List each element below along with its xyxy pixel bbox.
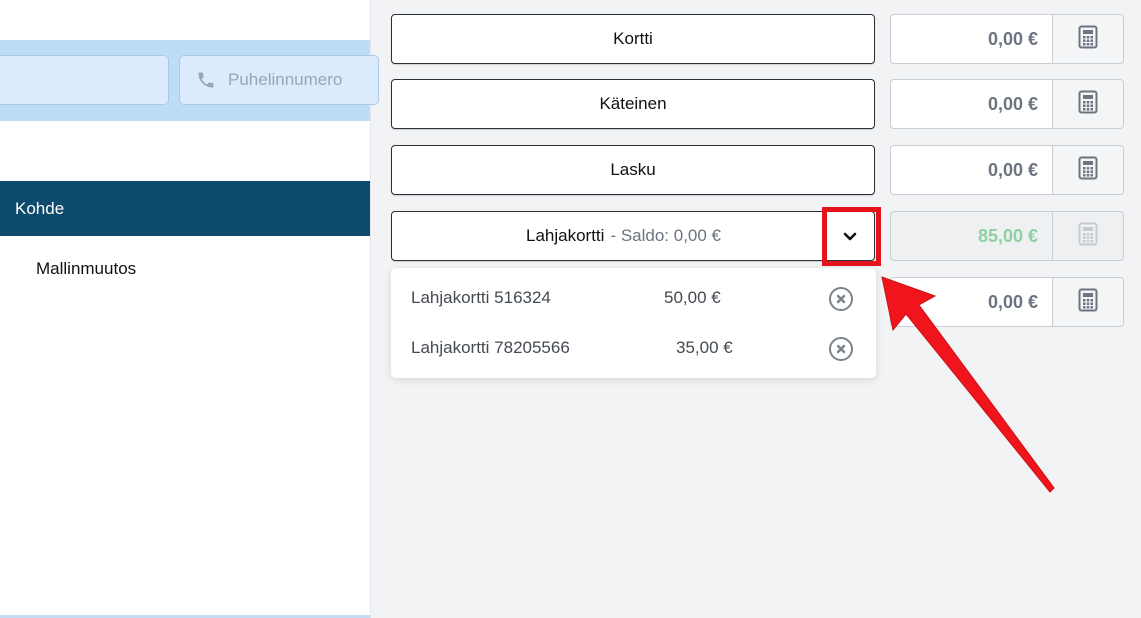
phone-input[interactable]: Puhelinnumero bbox=[179, 55, 379, 105]
gift-card-amount: 35,00 € bbox=[676, 338, 733, 357]
payment-method-lasku-button[interactable]: Lasku bbox=[391, 145, 875, 195]
amount-field-kateinen[interactable]: 0,00 € bbox=[890, 79, 1124, 129]
target-item[interactable]: Mallinmuutos bbox=[36, 259, 136, 279]
calculator-icon bbox=[1078, 288, 1098, 317]
amount-value[interactable]: 0,00 € bbox=[891, 146, 1052, 194]
gift-card-dropdown: Lahjakortti 516324 50,00 € Lahjakortti 7… bbox=[391, 268, 876, 378]
payment-method-kateinen-button[interactable]: Käteinen bbox=[391, 79, 875, 129]
annotation-highlight-box bbox=[822, 207, 881, 266]
calculator-button[interactable] bbox=[1052, 278, 1123, 326]
left-panel: Puhelinnumero Kohde Mallinmuutos bbox=[0, 0, 379, 618]
target-header: Kohde bbox=[0, 181, 370, 236]
payment-method-lahjakortti-button[interactable]: Lahjakortti - Saldo: 0,00 € bbox=[391, 211, 875, 261]
contact-band: Puhelinnumero bbox=[0, 40, 379, 121]
remove-circle-icon[interactable] bbox=[828, 286, 854, 312]
calculator-icon bbox=[1078, 25, 1098, 54]
amount-field-kortti[interactable]: 0,00 € bbox=[890, 14, 1124, 64]
calculator-icon bbox=[1078, 90, 1098, 119]
payment-row-lahjakortti: Lahjakortti - Saldo: 0,00 € 85,00 € bbox=[391, 211, 1124, 261]
payment-row-kateinen: Käteinen 0,00 € bbox=[391, 79, 1124, 129]
payment-row-kortti: Kortti 0,00 € bbox=[391, 14, 1124, 64]
amount-value[interactable]: 0,00 € bbox=[891, 80, 1052, 128]
phone-placeholder: Puhelinnumero bbox=[228, 70, 343, 89]
amount-field-5[interactable]: 0,00 € bbox=[890, 277, 1124, 327]
amount-value: 85,00 € bbox=[977, 226, 1038, 246]
gift-card-name: Lahjakortti 78205566 bbox=[411, 338, 570, 357]
amount-field-lasku[interactable]: 0,00 € bbox=[890, 145, 1124, 195]
gift-card-amount: 50,00 € bbox=[664, 288, 721, 307]
calculator-button[interactable] bbox=[1052, 80, 1123, 128]
payment-method-kortti-button[interactable]: Kortti bbox=[391, 14, 875, 64]
calculator-button[interactable] bbox=[1052, 15, 1123, 63]
phone-icon bbox=[196, 70, 216, 90]
amount-value[interactable]: 0,00 € bbox=[891, 278, 1052, 326]
remove-circle-icon[interactable] bbox=[828, 336, 854, 362]
gift-card-label: Lahjakortti bbox=[526, 226, 605, 245]
amount-value[interactable]: 0,00 € bbox=[891, 15, 1052, 63]
payment-row-lasku: Lasku 0,00 € bbox=[391, 145, 1124, 195]
gift-card-balance: - Saldo: 0,00 € bbox=[610, 226, 722, 245]
amount-field-lahjakortti: 85,00 € bbox=[890, 211, 1124, 261]
calculator-button bbox=[1052, 212, 1123, 260]
calculator-icon bbox=[1078, 222, 1098, 251]
contact-input[interactable] bbox=[0, 55, 169, 105]
gift-card-item[interactable]: Lahjakortti 516324 50,00 € bbox=[391, 274, 876, 324]
gift-card-name: Lahjakortti 516324 bbox=[411, 288, 551, 307]
gift-card-item[interactable]: Lahjakortti 78205566 35,00 € bbox=[391, 324, 876, 374]
calculator-icon bbox=[1078, 156, 1098, 185]
calculator-button[interactable] bbox=[1052, 146, 1123, 194]
